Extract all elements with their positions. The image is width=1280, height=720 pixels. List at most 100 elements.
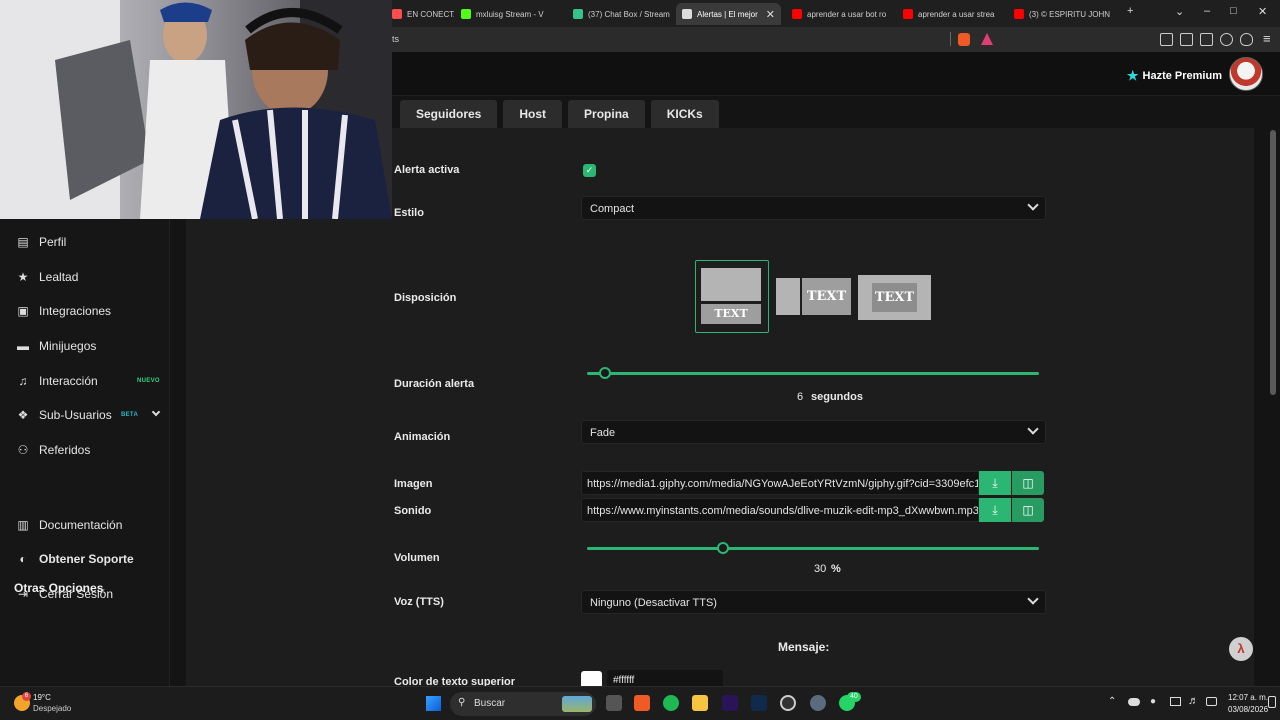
tab-seguidores[interactable]: Seguidores	[400, 100, 498, 128]
extensions-icon[interactable]	[1160, 33, 1173, 46]
tab-list-chevron-icon[interactable]: ⌄	[1175, 5, 1184, 18]
address-divider	[950, 32, 951, 46]
network-icon[interactable]	[1170, 697, 1181, 706]
pdf-icon[interactable]: λ	[1229, 637, 1253, 661]
alerta-activa-checkbox[interactable]: ✓	[583, 164, 596, 177]
browser-tab[interactable]: Alertas | El mejor ✕	[676, 3, 781, 25]
layout-text-sample: TEXT	[802, 278, 851, 315]
wallet-icon[interactable]	[1200, 33, 1213, 46]
settings-gear-icon[interactable]	[810, 695, 826, 711]
vpn-icon[interactable]	[1240, 33, 1253, 46]
duracion-slider-track[interactable]	[587, 372, 1039, 375]
id-card-icon: ▤	[17, 235, 29, 249]
browser-tab[interactable]: mxluisg Stream - V	[455, 3, 563, 25]
weather-temp: 19°C	[33, 693, 51, 702]
scrollbar[interactable]	[1270, 130, 1276, 395]
brave-shield-icon[interactable]	[958, 33, 970, 46]
layout-text-sample: TEXT	[872, 283, 917, 312]
layout-option-side[interactable]: TEXT	[776, 278, 851, 315]
browser-tab[interactable]: (3) © ESPIRITU JOHN	[1008, 3, 1118, 25]
estilo-select[interactable]: Compact	[581, 196, 1046, 220]
photoshop-app-icon[interactable]	[751, 695, 767, 711]
music-icon: ♫	[18, 374, 28, 388]
close-window-icon[interactable]: ✕	[1258, 5, 1267, 18]
maximize-icon[interactable]: □	[1230, 5, 1237, 17]
sidebar-item-lealtad[interactable]: ★ Lealtad	[0, 262, 170, 292]
clock-date[interactable]: 03/08/2026	[1228, 705, 1268, 714]
imagen-gallery-button[interactable]: ◫	[1012, 471, 1044, 495]
tab-propina[interactable]: Propina	[568, 100, 645, 128]
gallery-icon: ◫	[1022, 476, 1034, 490]
microphone-icon[interactable]: ●	[1150, 696, 1156, 707]
sonido-url-field[interactable]: https://www.myinstants.com/media/sounds/…	[581, 498, 979, 522]
speaker-icon[interactable]: ♬	[1188, 695, 1199, 707]
taskbar-search[interactable]: ⚲ Buscar	[450, 692, 596, 716]
brave-app-icon[interactable]	[634, 695, 650, 711]
premiere-app-icon[interactable]	[722, 695, 738, 711]
tab-kicks[interactable]: KICKs	[650, 100, 719, 128]
sidebar-item-referidos[interactable]: ⚇ Referidos	[0, 435, 170, 465]
menu-icon[interactable]: ≡	[1263, 31, 1271, 46]
sidebar-item-obtener-soporte[interactable]: ◐ Obtener Soporte	[0, 544, 170, 574]
sonido-gallery-button[interactable]: ◫	[1012, 498, 1044, 522]
sidebar-item-label: Interacción	[39, 374, 98, 388]
obs-app-icon[interactable]	[780, 695, 796, 711]
trophy-icon: ★	[17, 270, 29, 284]
tab-title: Alertas | El mejor	[697, 9, 758, 19]
layout-option-stacked[interactable]: TEXT	[695, 260, 769, 333]
sidebar-item-documentaci-n[interactable]: ▥ Documentación	[0, 510, 170, 540]
sidebar-item-label: Minijuegos	[39, 339, 97, 353]
disposicion-label: Disposición	[394, 292, 457, 304]
voz-select[interactable]: Ninguno (Desactivar TTS)	[581, 590, 1046, 614]
layout-option-overlay[interactable]: TEXT	[858, 275, 931, 320]
task-view-icon[interactable]	[606, 695, 622, 711]
tray-chevron-up-icon[interactable]: ⌃	[1108, 696, 1116, 707]
onedrive-icon[interactable]	[1128, 698, 1140, 706]
browser-tab[interactable]: (37) Chat Box / Stream	[567, 3, 675, 25]
address-text[interactable]: ts	[392, 34, 399, 44]
volumen-slider-track[interactable]	[587, 547, 1039, 550]
duracion-value: 6	[797, 391, 804, 403]
star-icon: ★	[1126, 68, 1139, 83]
leo-ai-icon[interactable]	[1220, 33, 1233, 46]
tab-favicon-icon	[792, 9, 802, 19]
voz-label: Voz (TTS)	[394, 596, 444, 608]
browser-tab[interactable]: aprender a usar strea	[897, 3, 1005, 25]
tab-host[interactable]: Host	[503, 100, 563, 128]
sidebar-item-label: Perfil	[39, 235, 67, 249]
layout-text-sample: TEXT	[701, 304, 761, 324]
minimize-icon[interactable]: –	[1204, 5, 1210, 17]
browser-tab[interactable]: aprender a usar bot ro	[786, 3, 894, 25]
tab-favicon-icon	[461, 9, 471, 19]
duracion-slider-thumb[interactable]	[599, 367, 612, 379]
volumen-slider-thumb[interactable]	[716, 542, 729, 554]
imagen-upload-button[interactable]: ⤓	[979, 471, 1011, 495]
sidebar-item-perfil[interactable]: ▤ Perfil	[0, 227, 170, 257]
brave-rewards-icon[interactable]	[981, 33, 993, 45]
file-explorer-icon[interactable]	[692, 695, 708, 711]
sidebar-item-cerrar-sesi-n[interactable]: ⇥ Cerrar Sesión	[0, 579, 170, 609]
avatar[interactable]	[1229, 57, 1263, 91]
sidebar-item-sub-usuarios[interactable]: ❖ Sub-Usuarios BETA	[0, 400, 170, 430]
display-icon[interactable]	[1206, 697, 1217, 706]
weather-desc: Despejado	[33, 704, 72, 713]
windows-start-icon[interactable]	[426, 696, 441, 711]
clock-time[interactable]: 12:07 a. m.	[1228, 693, 1268, 702]
sonido-upload-button[interactable]: ⤓	[979, 498, 1011, 522]
sidebar-item-interacci-n[interactable]: ♫ Interacción NUEVO	[0, 366, 170, 396]
tab-favicon-icon	[1014, 9, 1024, 19]
new-tab-icon[interactable]: +	[1127, 5, 1133, 17]
premium-button[interactable]: ★ Hazte Premium	[1127, 68, 1222, 84]
sidebar-item-minijuegos[interactable]: ▬ Minijuegos	[0, 331, 170, 361]
notification-icon[interactable]	[1268, 696, 1276, 708]
image-placeholder-icon	[701, 268, 761, 301]
sidebar-item-integraciones[interactable]: ▣ Integraciones	[0, 296, 170, 326]
close-tab-icon[interactable]: ✕	[766, 8, 775, 21]
chevron-down-icon[interactable]	[151, 407, 161, 417]
animacion-select[interactable]: Fade	[581, 420, 1046, 444]
spotify-app-icon[interactable]	[663, 695, 679, 711]
browser-tab[interactable]: EN CONECTA	[386, 3, 454, 25]
imagen-url-field[interactable]: https://media1.giphy.com/media/NGYowAJeE…	[581, 471, 979, 495]
sidebar-icon[interactable]	[1180, 33, 1193, 46]
chevron-down-icon	[1027, 423, 1039, 435]
